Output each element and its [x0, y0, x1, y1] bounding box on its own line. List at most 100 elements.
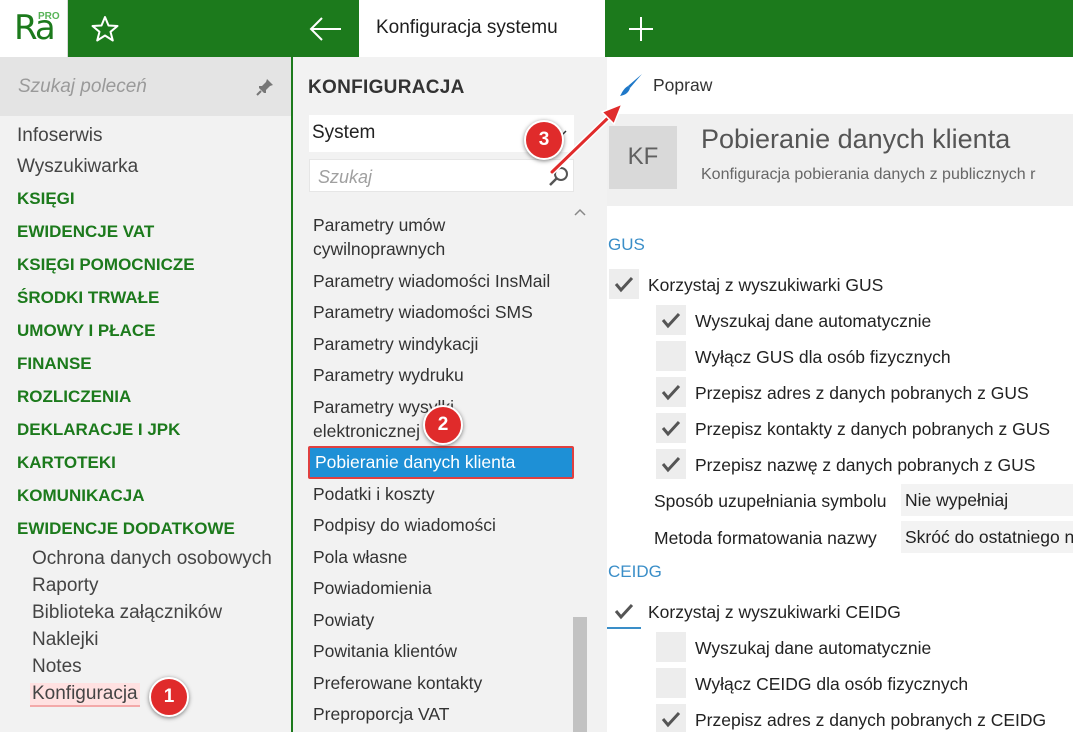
- checkbox-ceidg-main-label: Korzystaj z wyszukiwarki CEIDG: [648, 602, 901, 622]
- list-item[interactable]: Podatki i koszty: [313, 482, 563, 506]
- toolbar: Popraw: [607, 57, 1073, 114]
- checkbox-gus-auto[interactable]: [656, 305, 686, 335]
- logo-badge: PRO: [38, 11, 60, 22]
- sidebar-group-finanse[interactable]: FINANSE: [17, 354, 92, 374]
- list-item[interactable]: Podpisy do wiadomości: [313, 513, 563, 537]
- checkmark-icon: [614, 276, 634, 293]
- callout-number: 2: [437, 414, 449, 435]
- page-title: Pobieranie danych klienta: [701, 124, 1011, 154]
- checkbox-gus-address[interactable]: [656, 377, 686, 407]
- sidebar-group-ksiegi[interactable]: KSIĘGI: [17, 189, 75, 209]
- checkbox-ceidg-auto-label: Wyszukaj dane automatycznie: [695, 638, 932, 658]
- checkbox-ceidg-auto[interactable]: [656, 632, 686, 662]
- callout-number: 1: [163, 686, 175, 707]
- callout-2: 2: [423, 405, 463, 445]
- sidebar-group-umowy-i-place[interactable]: UMOWY I PŁACE: [17, 321, 156, 341]
- symbol-fill-select[interactable]: Nie wypełniaj: [901, 484, 1073, 516]
- section-title-gus: GUS: [608, 235, 645, 254]
- checkmark-icon: [661, 312, 681, 329]
- tab-label: Konfiguracja systemu: [376, 17, 558, 38]
- pin-icon[interactable]: [255, 77, 275, 97]
- checkmark-icon: [661, 420, 681, 437]
- sidebar: Szukaj poleceń Infoserwis Wyszukiwarka K…: [0, 57, 291, 732]
- command-search-input[interactable]: Szukaj poleceń: [0, 57, 291, 116]
- sidebar-group-ewidencje-dodatkowe[interactable]: EWIDENCJE DODATKOWE: [17, 519, 235, 539]
- content-area: Popraw KF Pobieranie danych klienta Konf…: [607, 57, 1073, 732]
- checkbox-ceidg-address[interactable]: [656, 704, 686, 732]
- checkbox-ceidg-main[interactable]: [609, 596, 639, 626]
- sidebar-group-rozliczenia[interactable]: ROZLICZENIA: [17, 387, 131, 407]
- symbol-fill-label: Sposób uzupełniania symbolu: [654, 491, 887, 511]
- config-list: Parametry umów cywilnoprawnych Parametry…: [293, 195, 576, 732]
- config-search-input[interactable]: Szukaj: [309, 159, 574, 192]
- checkbox-gus-disable-persons[interactable]: [656, 341, 686, 371]
- sidebar-item-naklejki[interactable]: Naklejki: [32, 629, 99, 651]
- list-item[interactable]: Parametry wydruku: [313, 363, 563, 387]
- sidebar-group-kartoteki[interactable]: KARTOTEKI: [17, 453, 116, 473]
- checkbox-gus-name[interactable]: [656, 449, 686, 479]
- sidebar-item-wyszukiwarka[interactable]: Wyszukiwarka: [17, 156, 138, 178]
- category-select-value: System: [312, 122, 376, 143]
- list-item[interactable]: Preproporcja VAT: [313, 702, 563, 726]
- sidebar-group-srodki-trwale[interactable]: ŚRODKI TRWAŁE: [17, 288, 159, 308]
- section-title-ceidg: CEIDG: [608, 562, 662, 581]
- callout-3: 3: [524, 120, 564, 160]
- page-header: KF Pobieranie danych klienta Konfiguracj…: [607, 114, 1073, 206]
- sidebar-item-konfiguracja[interactable]: Konfiguracja: [30, 683, 140, 707]
- config-panel-title: KONFIGURACJA: [308, 77, 465, 98]
- name-format-value: Skróć do ostatniego n: [905, 527, 1073, 547]
- checkmark-icon: [614, 603, 634, 620]
- brush-icon: [620, 74, 642, 96]
- name-format-label: Metoda formatowania nazwy: [654, 528, 877, 548]
- checkmark-icon: [661, 384, 681, 401]
- sidebar-group-deklaracje-i-jpk[interactable]: DEKLARACJE I JPK: [17, 420, 180, 440]
- page-subtitle: Konfiguracja pobierania danych z publicz…: [701, 166, 1036, 183]
- checkbox-gus-contacts-label: Przepisz kontakty z danych pobranych z G…: [695, 419, 1051, 439]
- checkbox-ceidg-address-label: Przepisz adres z danych pobranych z CEID…: [695, 710, 1047, 730]
- search-placeholder: Szukaj poleceń: [18, 76, 147, 97]
- config-search-placeholder: Szukaj: [318, 167, 373, 187]
- list-item[interactable]: Powiaty: [313, 608, 563, 632]
- list-item-selected-label: Pobieranie danych klienta: [315, 452, 516, 472]
- list-item[interactable]: Parametry wiadomości SMS: [313, 300, 563, 324]
- checkbox-gus-main-label: Korzystaj z wyszukiwarki GUS: [648, 275, 884, 295]
- list-item[interactable]: Parametry umów cywilnoprawnych: [313, 213, 563, 261]
- tab-konfiguracja-systemu[interactable]: Konfiguracja systemu: [359, 0, 603, 57]
- symbol-fill-value: Nie wypełniaj: [905, 490, 1009, 510]
- list-item[interactable]: Parametry wiadomości InsMail: [313, 269, 563, 293]
- sidebar-item-raporty[interactable]: Raporty: [32, 575, 99, 597]
- sidebar-item-notes[interactable]: Notes: [32, 656, 82, 678]
- list-item[interactable]: Powiadomienia: [313, 576, 563, 600]
- checkbox-gus-disable-persons-label: Wyłącz GUS dla osób fizycznych: [695, 347, 951, 367]
- list-item[interactable]: Preferowane kontakty: [313, 671, 563, 695]
- sidebar-item-ochrona-danych[interactable]: Ochrona danych osobowych: [32, 548, 272, 570]
- checkmark-icon: [661, 711, 681, 728]
- list-item-selected[interactable]: Pobieranie danych klienta: [308, 446, 574, 479]
- name-format-select[interactable]: Skróć do ostatniego n: [901, 521, 1073, 553]
- sidebar-item-biblioteka-zalacznikow[interactable]: Biblioteka załączników: [32, 602, 222, 624]
- plus-icon[interactable]: [626, 14, 656, 44]
- tab-separator: [603, 0, 605, 57]
- sidebar-group-komunikacja[interactable]: KOMUNIKACJA: [17, 486, 145, 506]
- list-item[interactable]: Parametry windykacji: [313, 332, 563, 356]
- checkmark-icon: [661, 456, 681, 473]
- list-item[interactable]: Powitania klientów: [313, 639, 563, 663]
- app-logo[interactable]: Ra PRO: [0, 0, 68, 57]
- checkbox-gus-main[interactable]: [609, 269, 639, 299]
- checkbox-gus-auto-label: Wyszukaj dane automatycznie: [695, 311, 932, 331]
- checkbox-gus-contacts[interactable]: [656, 413, 686, 443]
- top-bar: Ra PRO Konfiguracja systemu: [0, 0, 1073, 57]
- checkbox-ceidg-disable-persons[interactable]: [656, 668, 686, 698]
- sidebar-group-ksiegi-pomocnicze[interactable]: KSIĘGI POMOCNICZE: [17, 255, 195, 275]
- edit-button-label: Popraw: [653, 75, 713, 95]
- star-icon[interactable]: [90, 14, 120, 44]
- list-item[interactable]: Pola własne: [313, 545, 563, 569]
- focus-underline: [607, 627, 641, 629]
- callout-number: 3: [538, 129, 550, 150]
- sidebar-group-ewidencje-vat[interactable]: EWIDENCJE VAT: [17, 222, 154, 242]
- arrow-left-icon[interactable]: [308, 14, 344, 44]
- checkbox-gus-address-label: Przepisz adres z danych pobranych z GUS: [695, 383, 1029, 403]
- checkbox-ceidg-disable-persons-label: Wyłącz CEIDG dla osób fizycznych: [695, 674, 969, 694]
- callout-1: 1: [149, 677, 189, 717]
- sidebar-item-infoserwis[interactable]: Infoserwis: [17, 125, 103, 147]
